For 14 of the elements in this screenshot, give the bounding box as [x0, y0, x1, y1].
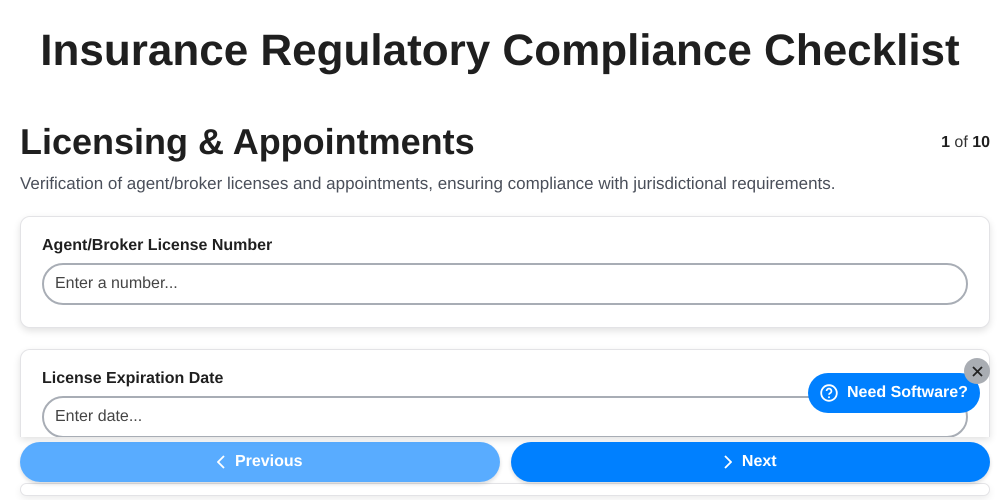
page-title: Insurance Regulatory Compliance Checklist — [39, 26, 961, 76]
chevron-left-icon — [216, 455, 225, 469]
section-heading: Licensing & Appointments — [20, 122, 475, 162]
question-icon — [820, 384, 838, 402]
section-description: Verification of agent/broker licenses and appointments, ensuring compliance with jurisdictional requirements. — [20, 174, 836, 194]
next-button[interactable]: Next — [510, 442, 990, 482]
text-field[interactable]: Enter a number... — [42, 263, 968, 305]
field-label: Agent/Broker License Number — [42, 236, 274, 255]
chevron-right-icon — [724, 455, 732, 469]
text-field[interactable]: Enter date... — [42, 396, 968, 437]
close-icon — [972, 366, 982, 376]
help-button[interactable]: Need Software? — [808, 373, 980, 413]
field-label: License Expiration Date — [42, 369, 224, 388]
page-counter: 1 of 10 — [941, 134, 990, 152]
